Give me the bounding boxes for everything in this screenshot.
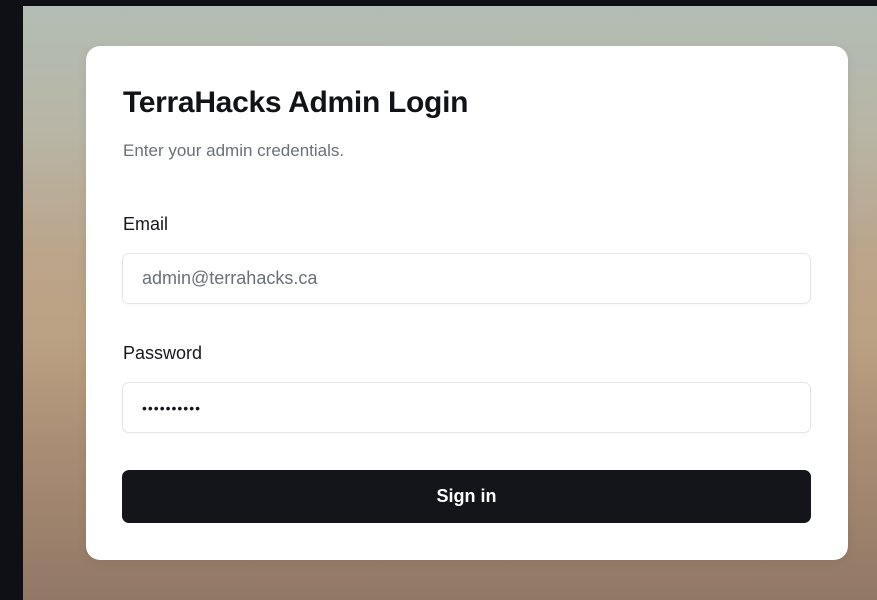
email-field[interactable] [122, 253, 811, 304]
password-field[interactable] [122, 382, 811, 433]
password-label: Password [123, 343, 203, 363]
sign-in-button[interactable]: Sign in [122, 470, 811, 523]
email-label: Email [123, 214, 169, 234]
login-card: TerraHacks Admin Login Enter your admin … [86, 46, 848, 560]
page-subtitle: Enter your admin credentials. [123, 141, 345, 160]
page-background: TerraHacks Admin Login Enter your admin … [23, 6, 877, 600]
page-title: TerraHacks Admin Login [123, 86, 469, 119]
